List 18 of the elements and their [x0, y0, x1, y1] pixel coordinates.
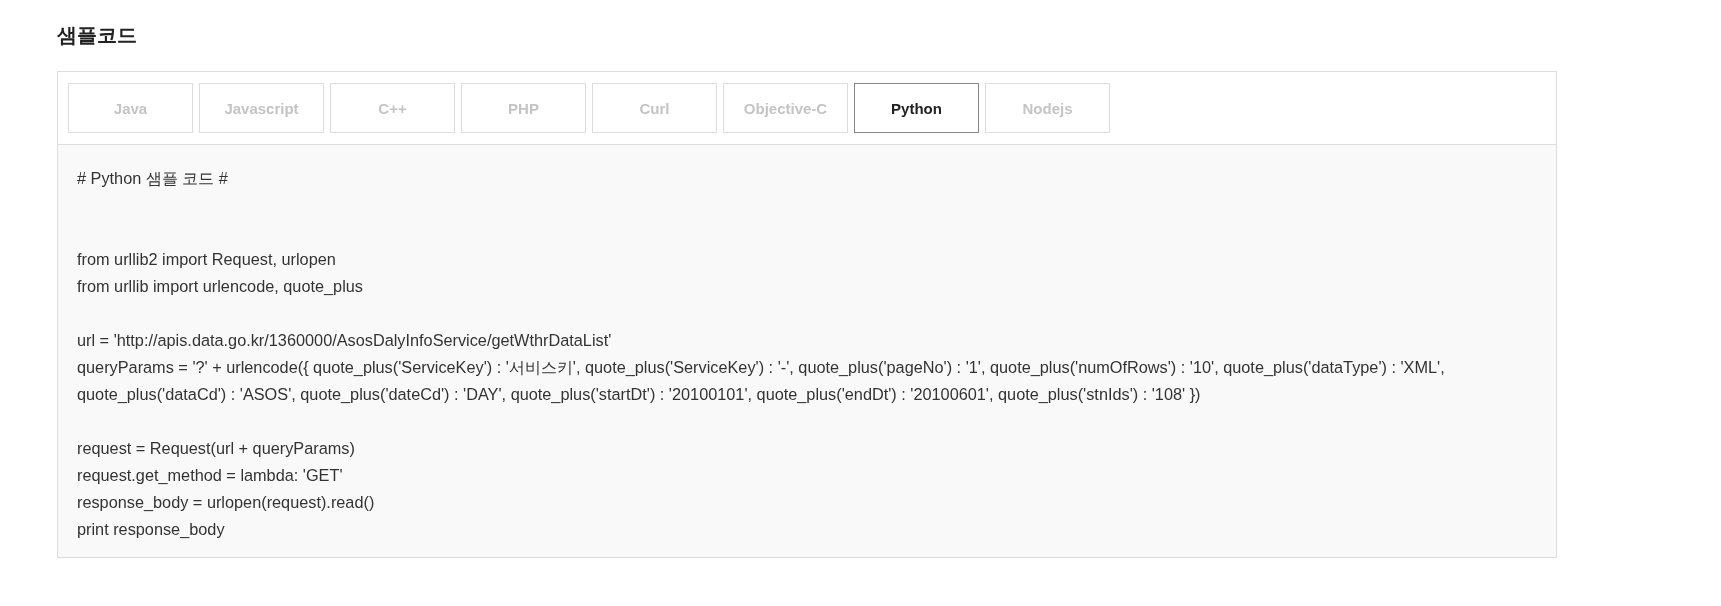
language-tab[interactable]: Curl — [592, 83, 717, 133]
code-line: response_body = urlopen(request).read() — [77, 492, 375, 513]
code-line: from urllib import urlencode, quote_plus — [77, 276, 363, 297]
code-line: request = Request(url + queryParams) — [77, 438, 355, 459]
language-tab[interactable]: Python — [854, 83, 979, 133]
code-line: request.get_method = lambda: 'GET' — [77, 465, 343, 486]
code-line: url = 'http://apis.data.go.kr/1360000/AsosDalyInfoService/getWthrDataList' — [77, 330, 612, 351]
code-line: queryParams = '?' + urlencode({ quote_plus('ServiceKey') : '서비스키', quote_plus('ServiceKey') : '-', quote_plus('pageNo') : '1', quote_plus('numOfRows') : '10', quote_plus('dataType') : 'XML', quote_plus('dataCd') : 'ASOS', quote_plus('dateCd') : 'DAY', quote_plus('startDt') : '20100101', quote_plus('endDt') : '20100601', quote_plus('stnIds') : '108' }) — [77, 357, 1446, 405]
code-line: print response_body — [77, 519, 225, 540]
section-heading: 샘플코드 — [57, 22, 138, 49]
language-tab[interactable]: C++ — [330, 83, 455, 133]
language-tab[interactable]: Nodejs — [985, 83, 1110, 133]
language-tab[interactable]: Objective-C — [723, 83, 848, 133]
language-tab[interactable]: Java — [68, 83, 193, 133]
language-tab[interactable]: PHP — [461, 83, 586, 133]
language-tab[interactable]: Javascript — [199, 83, 324, 133]
code-line: from urllib2 import Request, urlopen — [77, 249, 336, 270]
code-line: # Python 샘플 코드 # — [77, 168, 228, 189]
